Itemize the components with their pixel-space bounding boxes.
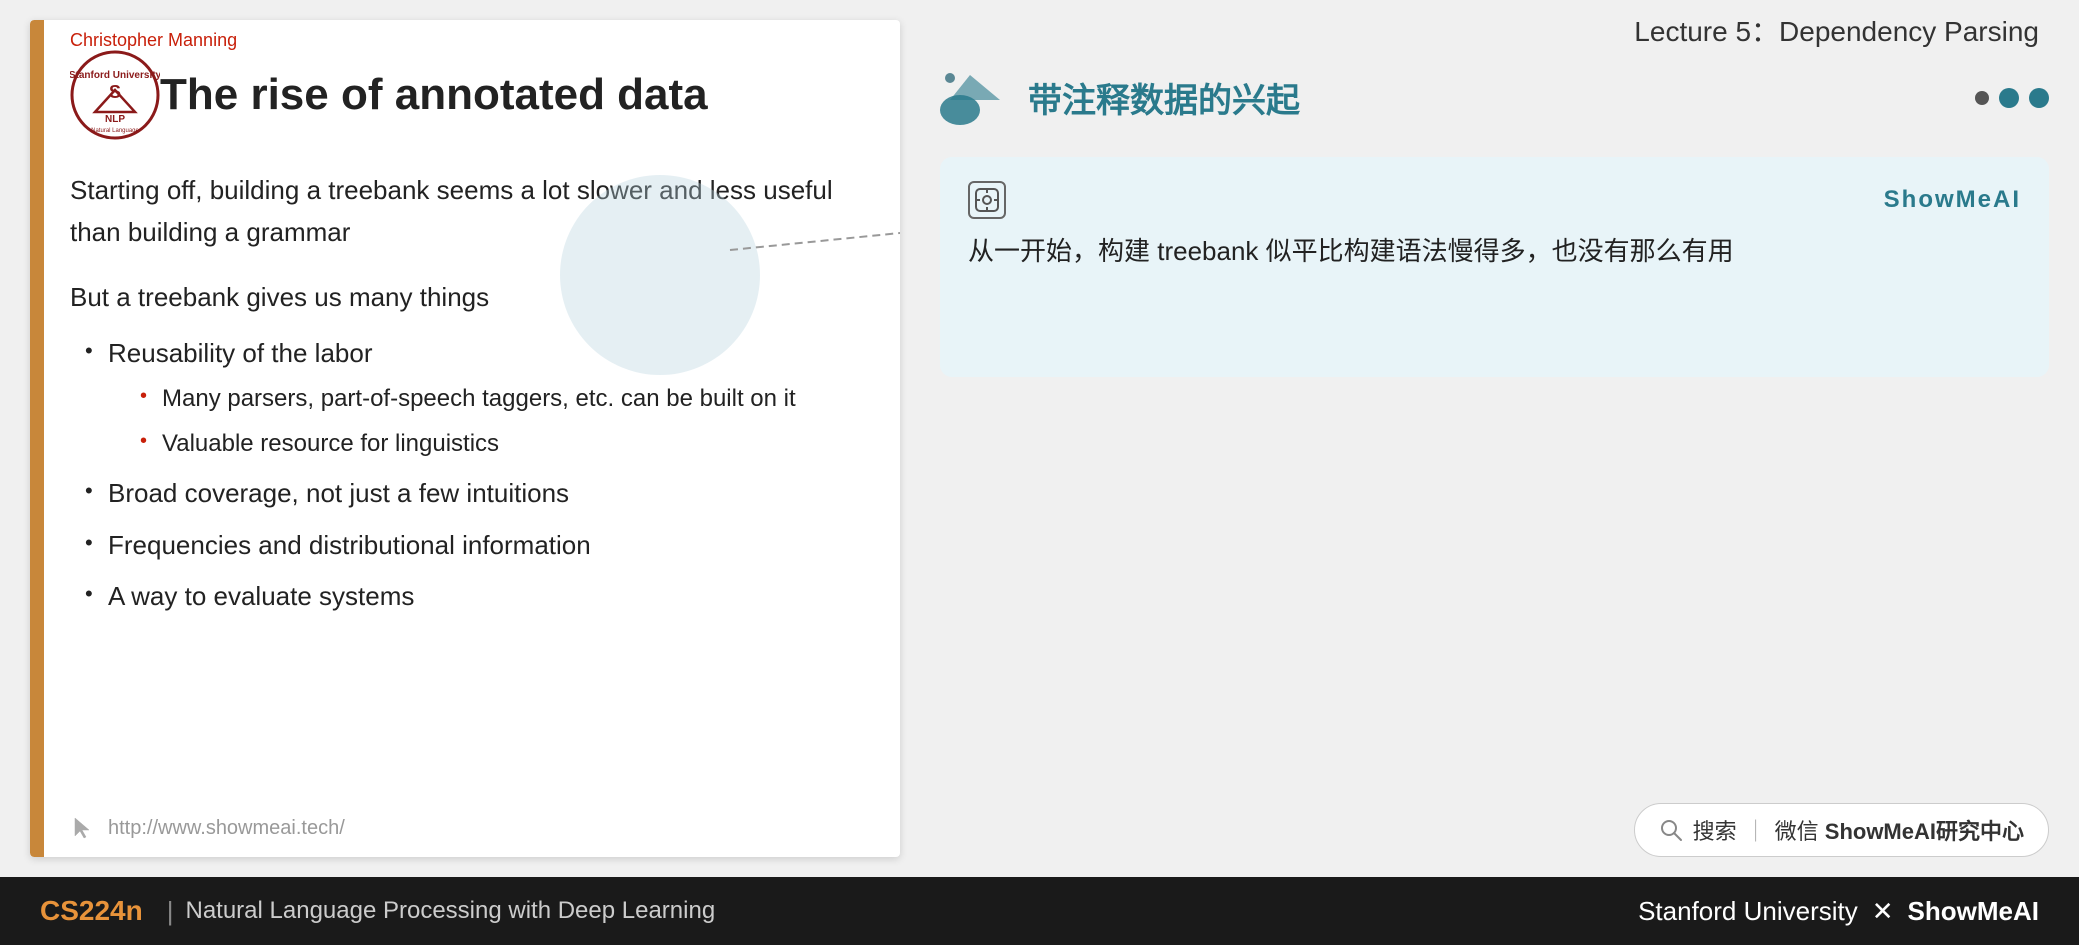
annotation-box: ShowMeAI 从一开始，构建 treebank 似平比构建语法慢得多，也没有… [940, 157, 2049, 377]
cursor-icon [70, 814, 98, 842]
bullet-item-0: Reusability of the labor Many parsers, p… [80, 333, 850, 463]
search-icon [1659, 818, 1683, 842]
svg-text:Natural Language: Natural Language [91, 128, 139, 134]
author-name: Christopher Manning [70, 30, 237, 51]
sub-bullet-0-0: Many parsers, part-of-speech taggers, et… [138, 380, 850, 418]
search-label: 搜索｜微信 ShowMeAI研究中心 [1693, 814, 2024, 846]
annotation-text: 从一开始，构建 treebank 似平比构建语法慢得多，也没有那么有用 [968, 229, 2021, 273]
sub-bullet-list-0: Many parsers, part-of-speech taggers, et… [108, 380, 850, 463]
bottom-bar: CS224n | Natural Language Processing wit… [0, 877, 2079, 945]
footer-url: http://www.showmeai.tech/ [108, 817, 345, 840]
lecture-title: Lecture 5：Dependency Parsing [940, 10, 2049, 50]
slide-title: The rise of annotated data [160, 69, 708, 122]
search-bar-container: 搜索｜微信 ShowMeAI研究中心 [940, 773, 2049, 867]
slide-panel: Christopher Manning Stanford University … [30, 20, 900, 857]
showmeai-brand: ShowMeAI [1884, 186, 2021, 214]
university-name: Stanford University [1638, 896, 1858, 927]
bottom-right: Stanford University ✕ ShowMeAI [1638, 896, 2039, 927]
svg-text:S: S [109, 82, 121, 102]
x-separator: ✕ [1872, 896, 1894, 927]
svg-text:NLP: NLP [105, 114, 125, 125]
stanford-logo: Stanford University S NLP Natural Langua… [70, 50, 160, 140]
nav-dot-active-2[interactable] [2029, 88, 2049, 108]
nav-dot-inactive[interactable] [1975, 91, 1989, 105]
main-content: Christopher Manning Stanford University … [0, 0, 2079, 877]
bullet-item-3: A way to evaluate systems [80, 576, 850, 618]
bottom-separator: | [167, 896, 174, 927]
slide-header: Stanford University S NLP Natural Langua… [70, 50, 850, 140]
card-shape-icon [940, 70, 1010, 125]
bullet-list: Reusability of the labor Many parsers, p… [70, 333, 850, 618]
card-chinese-title: 带注释数据的兴起 [1028, 73, 1300, 122]
bullet-item-1: Broad coverage, not just a few intuition… [80, 473, 850, 515]
course-subtitle: Natural Language Processing with Deep Le… [185, 897, 715, 925]
slide-footer: http://www.showmeai.tech/ [30, 799, 900, 857]
bottom-left: CS224n | Natural Language Processing wit… [40, 895, 715, 927]
sub-bullet-0-1: Valuable resource for linguistics [138, 425, 850, 463]
nav-dot-active-1[interactable] [1999, 88, 2019, 108]
dashed-arrow [730, 210, 900, 290]
showmeai-bottom: ShowMeAI [1908, 896, 2039, 927]
annotation-header: ShowMeAI [968, 181, 2021, 219]
ai-icon [968, 181, 1006, 219]
right-panel: Lecture 5：Dependency Parsing 带注释数据的兴起 [920, 0, 2079, 877]
card-header: 带注释数据的兴起 [940, 70, 2049, 125]
svg-text:Stanford University: Stanford University [70, 70, 160, 81]
search-bar[interactable]: 搜索｜微信 ShowMeAI研究中心 [1634, 803, 2049, 857]
slide-content: Christopher Manning Stanford University … [30, 20, 900, 799]
bullet-item-2: Frequencies and distributional informati… [80, 525, 850, 567]
course-code: CS224n [40, 895, 143, 927]
nav-dots [1975, 88, 2049, 108]
